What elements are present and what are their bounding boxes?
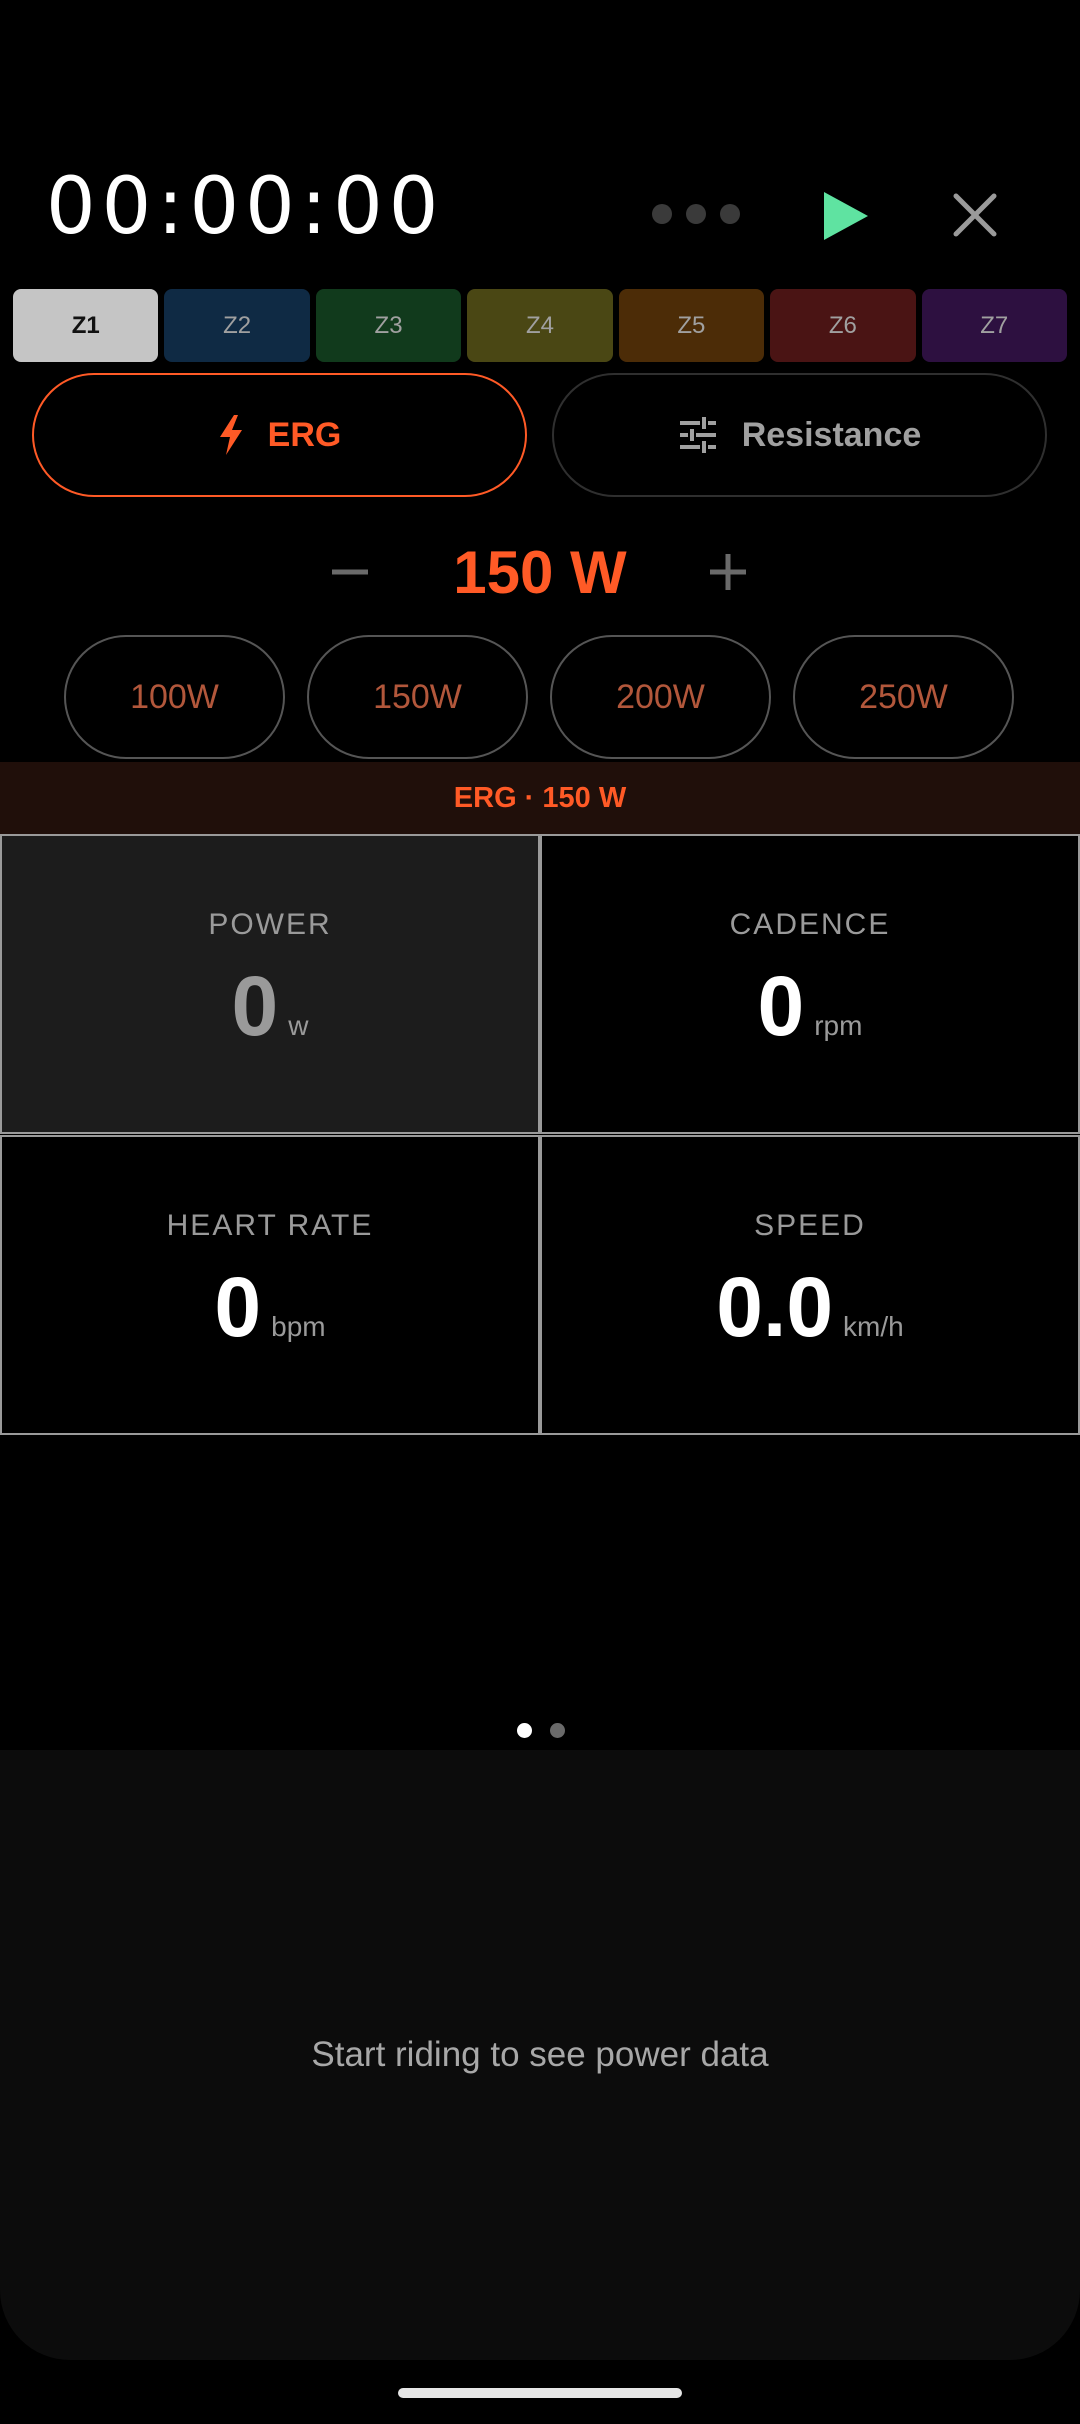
zone-label: Z4 — [525, 311, 554, 339]
decrease-target-button[interactable] — [322, 546, 378, 598]
mode-status-banner: ERG · 150 W — [0, 762, 1080, 834]
empty-state-message: Start riding to see power data — [311, 2035, 769, 2074]
target-power-value: 150 W — [453, 539, 627, 606]
play-icon — [824, 192, 868, 240]
zone-label: Z7 — [980, 311, 1009, 339]
metric-unit: km/h — [843, 1311, 904, 1342]
sliders-icon — [679, 417, 716, 453]
metric-label: POWER — [208, 908, 332, 941]
close-button[interactable] — [950, 190, 1000, 240]
erg-mode-button[interactable]: ERG — [32, 373, 527, 497]
resistance-mode-button[interactable]: Resistance — [552, 373, 1047, 497]
zone-z2[interactable]: Z2 — [164, 289, 310, 362]
bolt-icon — [219, 415, 242, 455]
preset-250w-button[interactable]: 250W — [793, 635, 1014, 759]
increase-target-button[interactable] — [700, 546, 756, 598]
page-dot-1[interactable] — [517, 1723, 532, 1738]
zone-label: Z3 — [374, 311, 403, 339]
metric-value: 0.0 — [716, 1260, 834, 1354]
zone-label: Z1 — [71, 311, 100, 339]
preset-200w-button[interactable]: 200W — [550, 635, 771, 759]
more-dots-icon[interactable] — [652, 204, 740, 224]
mode-status-text: ERG · 150 W — [453, 781, 627, 814]
metric-label: CADENCE — [729, 908, 891, 941]
metric-tile-speed[interactable]: SPEED 0.0 km/h — [540, 1135, 1080, 1435]
metric-unit: w — [288, 1010, 309, 1041]
metric-label: SPEED — [754, 1209, 866, 1242]
metric-label: HEART RATE — [166, 1209, 374, 1242]
metrics-grid: POWER 0 w CADENCE 0 rpm HEART RATE 0 bpm… — [0, 834, 1080, 1435]
close-icon — [953, 193, 997, 237]
zone-selector: Z1 Z2 Z3 Z4 Z5 Z6 Z7 — [13, 289, 1067, 362]
zone-label: Z6 — [828, 311, 857, 339]
resistance-mode-label: Resistance — [741, 415, 922, 454]
zone-z3[interactable]: Z3 — [315, 289, 462, 362]
page-dot-2[interactable] — [550, 1723, 565, 1738]
metric-value: 0 — [231, 959, 279, 1053]
zone-z5[interactable]: Z5 — [618, 289, 765, 362]
power-chart-panel: Start riding to see power data — [0, 1750, 1080, 2360]
metric-unit: bpm — [271, 1311, 326, 1342]
zone-z6[interactable]: Z6 — [770, 289, 916, 362]
erg-mode-label: ERG — [267, 415, 342, 454]
zone-z1[interactable]: Z1 — [13, 289, 159, 362]
zone-z7[interactable]: Z7 — [921, 289, 1067, 362]
page-indicator[interactable] — [517, 1723, 565, 1738]
metric-unit: rpm — [814, 1010, 863, 1041]
zone-label: Z2 — [223, 311, 252, 339]
metric-tile-cadence[interactable]: CADENCE 0 rpm — [540, 834, 1080, 1134]
preset-150w-button[interactable]: 150W — [307, 635, 528, 759]
metric-tile-power[interactable]: POWER 0 w — [0, 834, 540, 1134]
metric-value: 0 — [214, 1260, 262, 1354]
play-button[interactable] — [818, 188, 874, 244]
metric-value: 0 — [757, 959, 805, 1053]
elapsed-timer: 00:00:00 — [46, 162, 445, 252]
power-presets: 100W 150W 200W 250W — [64, 635, 1014, 759]
metric-tile-heart-rate[interactable]: HEART RATE 0 bpm — [0, 1135, 540, 1435]
plus-icon — [710, 554, 746, 590]
zone-z4[interactable]: Z4 — [467, 289, 613, 362]
minus-icon — [332, 569, 368, 575]
preset-100w-button[interactable]: 100W — [64, 635, 285, 759]
home-indicator[interactable] — [398, 2388, 682, 2398]
zone-label: Z5 — [677, 311, 706, 339]
